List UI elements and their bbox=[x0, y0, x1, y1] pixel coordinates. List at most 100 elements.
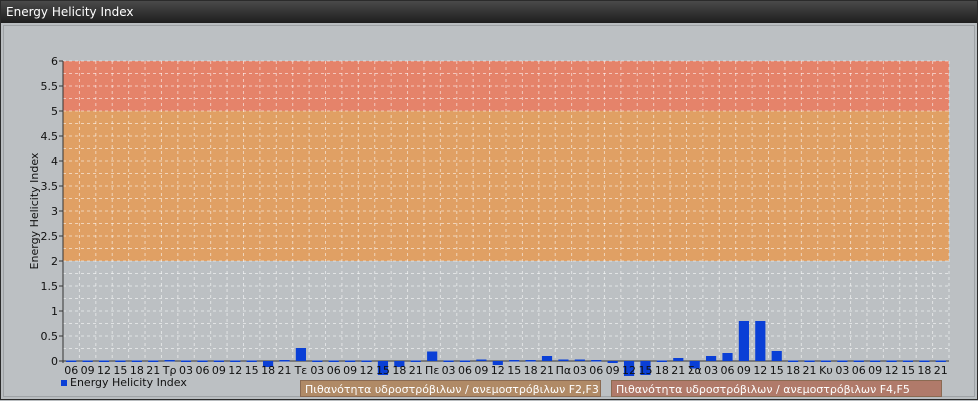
legend-swatch bbox=[61, 379, 67, 386]
bar bbox=[312, 360, 323, 362]
legend: Energy Helicity Index bbox=[61, 376, 187, 389]
bar bbox=[738, 321, 749, 361]
bar bbox=[361, 360, 372, 362]
bar bbox=[410, 360, 421, 362]
x-tick-label: Κυ bbox=[819, 364, 833, 377]
bar bbox=[443, 360, 454, 362]
x-tick-label: 09 bbox=[606, 364, 620, 377]
x-tick-label: 15 bbox=[638, 364, 652, 377]
bar bbox=[935, 360, 946, 362]
bar bbox=[82, 360, 93, 362]
x-tick-label: 03 bbox=[835, 364, 849, 377]
x-tick-label: 12 bbox=[491, 364, 505, 377]
x-tick-label: 15 bbox=[901, 364, 915, 377]
x-tick-label: 09 bbox=[343, 364, 357, 377]
x-tick-label: 09 bbox=[868, 364, 882, 377]
bar bbox=[98, 360, 110, 362]
x-tick-label: 06 bbox=[589, 364, 603, 377]
bar bbox=[164, 360, 175, 362]
y-tick-label: 5 bbox=[51, 105, 58, 118]
bar bbox=[771, 351, 782, 361]
x-tick-label: 15 bbox=[770, 364, 784, 377]
x-tick-label: 21 bbox=[803, 364, 817, 377]
x-tick-label: 06 bbox=[721, 364, 735, 377]
band-legend-f4f5: Πιθανότητα υδροστρόβιλων / ανεμοστρόβιλω… bbox=[611, 380, 942, 397]
bar bbox=[66, 360, 77, 362]
x-tick-label: 18 bbox=[261, 364, 275, 377]
x-tick-label: 18 bbox=[786, 364, 800, 377]
x-tick-label: 18 bbox=[392, 364, 406, 377]
bar bbox=[509, 360, 520, 362]
y-tick-label: 0.5 bbox=[41, 330, 59, 343]
x-tick-label: 03 bbox=[573, 364, 587, 377]
x-tick-label: 15 bbox=[245, 364, 259, 377]
x-tick-label: 21 bbox=[278, 364, 292, 377]
bar bbox=[328, 360, 339, 362]
x-tick-label: 21 bbox=[671, 364, 685, 377]
x-tick-label: 06 bbox=[458, 364, 472, 377]
x-tick-label: 21 bbox=[934, 364, 948, 377]
bar bbox=[525, 360, 536, 362]
x-tick-label: 12 bbox=[885, 364, 899, 377]
bar bbox=[180, 360, 192, 362]
y-tick-label: 4.5 bbox=[41, 130, 59, 143]
bar bbox=[213, 360, 224, 362]
x-tick-label: 12 bbox=[753, 364, 767, 377]
x-tick-label: Πε bbox=[425, 364, 439, 377]
x-tick-label: 03 bbox=[442, 364, 456, 377]
bar bbox=[902, 360, 914, 362]
x-tick-label: Τε bbox=[294, 364, 308, 377]
bar bbox=[673, 358, 684, 361]
bar bbox=[706, 356, 717, 361]
x-tick-label: 15 bbox=[376, 364, 390, 377]
bar bbox=[804, 360, 815, 362]
bar bbox=[870, 360, 881, 362]
x-tick-label: 06 bbox=[852, 364, 866, 377]
bar bbox=[558, 359, 569, 361]
x-tick-label: 12 bbox=[360, 364, 374, 377]
x-tick-label: Πα bbox=[556, 364, 572, 377]
y-tick-label: 1.5 bbox=[41, 280, 59, 293]
x-tick-label: 09 bbox=[737, 364, 751, 377]
y-tick-label: 3.5 bbox=[41, 180, 59, 193]
legend-label: Energy Helicity Index bbox=[70, 376, 187, 389]
chart-window: Energy Helicity Index 0 0.5 1 1.5 2 2.5 3 3.5 4 4… bbox=[0, 0, 978, 400]
bar bbox=[427, 351, 438, 361]
bar bbox=[853, 360, 864, 362]
x-tick-label: 06 bbox=[195, 364, 209, 377]
bar bbox=[788, 360, 799, 362]
x-tick-label: Σα bbox=[688, 364, 702, 377]
bar bbox=[197, 360, 208, 362]
bar bbox=[345, 360, 356, 362]
bar bbox=[131, 360, 142, 362]
bar bbox=[722, 353, 733, 361]
x-tick-label: 06 bbox=[327, 364, 341, 377]
x-tick-label: 18 bbox=[524, 364, 538, 377]
bar bbox=[574, 359, 585, 361]
x-tick-label: 21 bbox=[540, 364, 554, 377]
y-tick-label: 3 bbox=[51, 205, 58, 218]
x-tick-label: 03 bbox=[310, 364, 324, 377]
x-tick-label: 09 bbox=[474, 364, 488, 377]
bar bbox=[656, 360, 667, 362]
x-tick-label: 18 bbox=[655, 364, 669, 377]
x-tick-label: 12 bbox=[622, 364, 636, 377]
x-tick-label: 03 bbox=[704, 364, 718, 377]
y-tick-label: 0 bbox=[51, 355, 58, 368]
bar bbox=[459, 360, 471, 362]
y-tick-label: 4 bbox=[51, 155, 58, 168]
bar bbox=[919, 360, 930, 362]
band-legend-f2f3: Πιθανότητα υδροστρόβιλων / ανεμοστρόβιλω… bbox=[300, 380, 601, 397]
y-tick-label: 2.5 bbox=[41, 230, 59, 243]
bar bbox=[115, 360, 126, 362]
y-tick-label: 2 bbox=[51, 255, 58, 268]
bar bbox=[279, 360, 290, 362]
y-tick-label: 6 bbox=[51, 55, 58, 68]
bar bbox=[591, 360, 602, 362]
x-tick-label: 15 bbox=[507, 364, 521, 377]
ehi-chart: 0 0.5 1 1.5 2 2.5 3 3.5 4 4.5 5 5.5 6 Energy Helicity… bbox=[28, 55, 950, 377]
bar bbox=[476, 359, 487, 361]
y-axis-label: Energy Helicity Index bbox=[28, 152, 41, 269]
bar bbox=[755, 321, 766, 361]
bar bbox=[246, 360, 257, 362]
